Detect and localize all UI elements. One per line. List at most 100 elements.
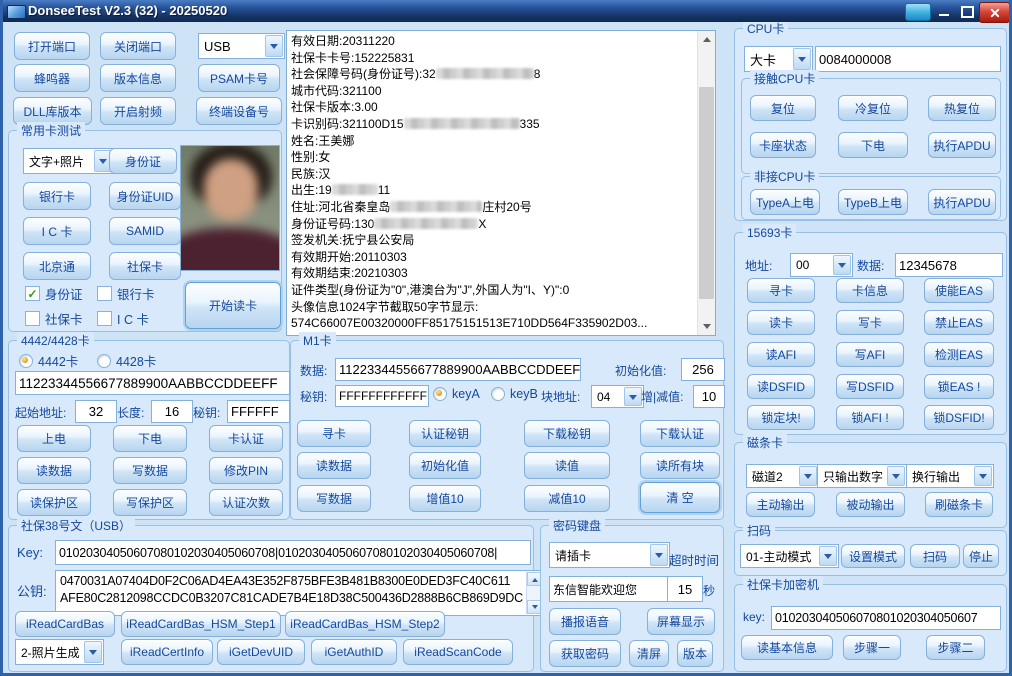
- seek-card-button[interactable]: 寻卡: [747, 278, 815, 303]
- init-value-button[interactable]: 初始化值: [409, 452, 481, 479]
- scan-button[interactable]: 扫码: [910, 544, 960, 568]
- pubkey-scrollbar[interactable]: [526, 572, 541, 614]
- write-dsfid-button[interactable]: 写DSFID: [836, 374, 904, 399]
- step-one-button[interactable]: 步骤一: [843, 635, 901, 660]
- ic-card-button[interactable]: I C 卡: [23, 217, 91, 245]
- m1-write-button[interactable]: 写数据: [297, 485, 371, 512]
- lock-dsfid-button[interactable]: 锁DSFID!: [924, 405, 994, 430]
- power-off-button[interactable]: 下电: [838, 132, 908, 158]
- chevron-down-icon[interactable]: [650, 544, 668, 566]
- swipe-card-button[interactable]: 刷磁条卡: [925, 492, 993, 517]
- hsm-key-input[interactable]: 010203040506070801020304050607: [771, 606, 1001, 630]
- igetdevuid-button[interactable]: iGetDevUID: [217, 639, 305, 665]
- m1-data-input[interactable]: 11223344556677889900AABBCCDDEEFF: [335, 358, 581, 381]
- buzzer-button[interactable]: 蜂鸣器: [14, 64, 90, 92]
- scroll-up-icon[interactable]: [698, 31, 715, 47]
- radio-selected-icon[interactable]: [19, 354, 33, 368]
- reset-button[interactable]: 复位: [750, 95, 816, 121]
- length-input[interactable]: 16: [151, 400, 193, 423]
- ireadcertinfo-button[interactable]: iReadCertInfo: [121, 639, 213, 665]
- dll-version-button[interactable]: DLL库版本: [13, 97, 92, 125]
- lock-afi-button[interactable]: 锁AFI !: [836, 405, 904, 430]
- auth-count-button[interactable]: 认证次数: [209, 489, 283, 516]
- inc-dec-input[interactable]: 10: [693, 385, 725, 408]
- lock-eas-button[interactable]: 锁EAS !: [924, 374, 994, 399]
- typea-power-button[interactable]: TypeA上电: [750, 189, 820, 215]
- chevron-down-icon[interactable]: [84, 641, 102, 663]
- ireadcardbas-hsm-step1-button[interactable]: iReadCardBas_HSM_Step1: [121, 611, 281, 637]
- vertical-scrollbar[interactable]: [697, 31, 715, 335]
- radio-4428[interactable]: 4428卡: [97, 351, 156, 370]
- disable-eas-button[interactable]: 禁止EAS: [924, 310, 994, 335]
- stop-button[interactable]: 停止: [963, 544, 999, 568]
- checkbox-unchecked-icon[interactable]: [25, 311, 40, 326]
- change-pin-button[interactable]: 修改PIN: [209, 457, 283, 484]
- checkbox-unchecked-icon[interactable]: [97, 286, 112, 301]
- chevron-down-icon[interactable]: [887, 466, 905, 486]
- checkbox-ic-card[interactable]: I C 卡: [97, 309, 149, 328]
- warm-reset-button[interactable]: 热复位: [928, 95, 996, 121]
- close-port-button[interactable]: 关闭端口: [100, 32, 176, 60]
- chevron-down-icon[interactable]: [799, 466, 817, 486]
- cpu-size-select[interactable]: 大卡: [744, 46, 813, 72]
- power-off-4442-button[interactable]: 下电: [113, 425, 187, 452]
- radio-selected-icon[interactable]: [433, 387, 447, 401]
- scroll-down-icon[interactable]: [698, 319, 715, 335]
- c4442-data-input[interactable]: 11223344556677889900AABBCCDDEEFF: [15, 371, 290, 395]
- close-button[interactable]: [979, 2, 1010, 23]
- chevron-down-icon[interactable]: [833, 255, 851, 275]
- get-pin-button[interactable]: 获取密码: [549, 640, 621, 667]
- read-card-button[interactable]: 读卡: [747, 310, 815, 335]
- m1-init-input[interactable]: 256: [681, 358, 725, 381]
- write-card-button[interactable]: 写卡: [836, 310, 904, 335]
- read-afi-button[interactable]: 读AFI: [747, 342, 815, 367]
- photo-mode-select[interactable]: 2-照片生成: [15, 639, 104, 665]
- m1-seek-button[interactable]: 寻卡: [297, 420, 371, 447]
- chevron-down-icon[interactable]: [793, 48, 811, 70]
- download-key-button[interactable]: 下载秘钥: [524, 420, 610, 447]
- download-auth-button[interactable]: 下载认证: [640, 420, 720, 447]
- start-addr-input[interactable]: 32: [75, 400, 117, 423]
- port-select[interactable]: USB: [198, 33, 285, 59]
- read-value-button[interactable]: 读值: [524, 452, 610, 479]
- checkbox-checked-icon[interactable]: ✓: [25, 286, 40, 301]
- speak-button[interactable]: 播报语音: [549, 608, 621, 635]
- address-select[interactable]: 00: [790, 253, 853, 277]
- digits-mode-select[interactable]: 只输出数字: [817, 464, 907, 488]
- c4442-key-input[interactable]: FFFFFF: [227, 400, 290, 423]
- checkbox-unchecked-icon[interactable]: [97, 311, 112, 326]
- version-info-button[interactable]: 版本信息: [100, 64, 176, 92]
- decrement-button[interactable]: 减值10: [524, 485, 610, 512]
- checkbox-id-card[interactable]: ✓ 身份证: [25, 284, 83, 303]
- checkbox-bank-card[interactable]: 银行卡: [97, 284, 155, 303]
- m1-key-input[interactable]: FFFFFFFFFFFF: [335, 385, 429, 407]
- read-basic-info-button[interactable]: 读基本信息: [741, 635, 833, 660]
- psam-number-button[interactable]: PSAM卡号: [198, 64, 280, 92]
- maximize-button[interactable]: [957, 4, 977, 19]
- write-data-button[interactable]: 写数据: [113, 457, 187, 484]
- open-port-button[interactable]: 打开端口: [14, 32, 90, 60]
- start-read-button[interactable]: 开始读卡: [185, 282, 281, 329]
- skin-icon[interactable]: [905, 3, 931, 21]
- output-mode-select[interactable]: 换行输出: [906, 464, 994, 488]
- radio-keya[interactable]: keyA: [433, 387, 480, 401]
- beijing-tong-button[interactable]: 北京通: [23, 252, 91, 280]
- lock-block-button[interactable]: 锁定块!: [747, 405, 815, 430]
- ireadcardbas-hsm-step2-button[interactable]: iReadCardBas_HSM_Step2: [285, 611, 445, 637]
- minimize-button[interactable]: [934, 4, 954, 19]
- radio-unselected-icon[interactable]: [97, 354, 111, 368]
- clear-screen-button[interactable]: 清屏: [629, 640, 669, 667]
- read-mode-select[interactable]: 文字+照片: [23, 148, 114, 174]
- samid-button[interactable]: SAMID: [109, 217, 181, 245]
- ireadscancode-button[interactable]: iReadScanCode: [403, 639, 513, 665]
- m1-read-button[interactable]: 读数据: [297, 452, 371, 479]
- card-info-button[interactable]: 卡信息: [836, 278, 904, 303]
- increment-button[interactable]: 增值10: [409, 485, 481, 512]
- cpu-serial-input[interactable]: 0084000008: [815, 46, 1001, 72]
- radio-unselected-icon[interactable]: [491, 387, 505, 401]
- open-rf-button[interactable]: 开启射频: [100, 97, 176, 125]
- ss38-key-input[interactable]: 01020304050607080102030405060708|0102030…: [55, 540, 531, 565]
- terminal-id-button[interactable]: 终端设备号: [196, 97, 282, 125]
- track-select[interactable]: 磁道2: [746, 464, 819, 488]
- card-auth-button[interactable]: 卡认证: [209, 425, 283, 452]
